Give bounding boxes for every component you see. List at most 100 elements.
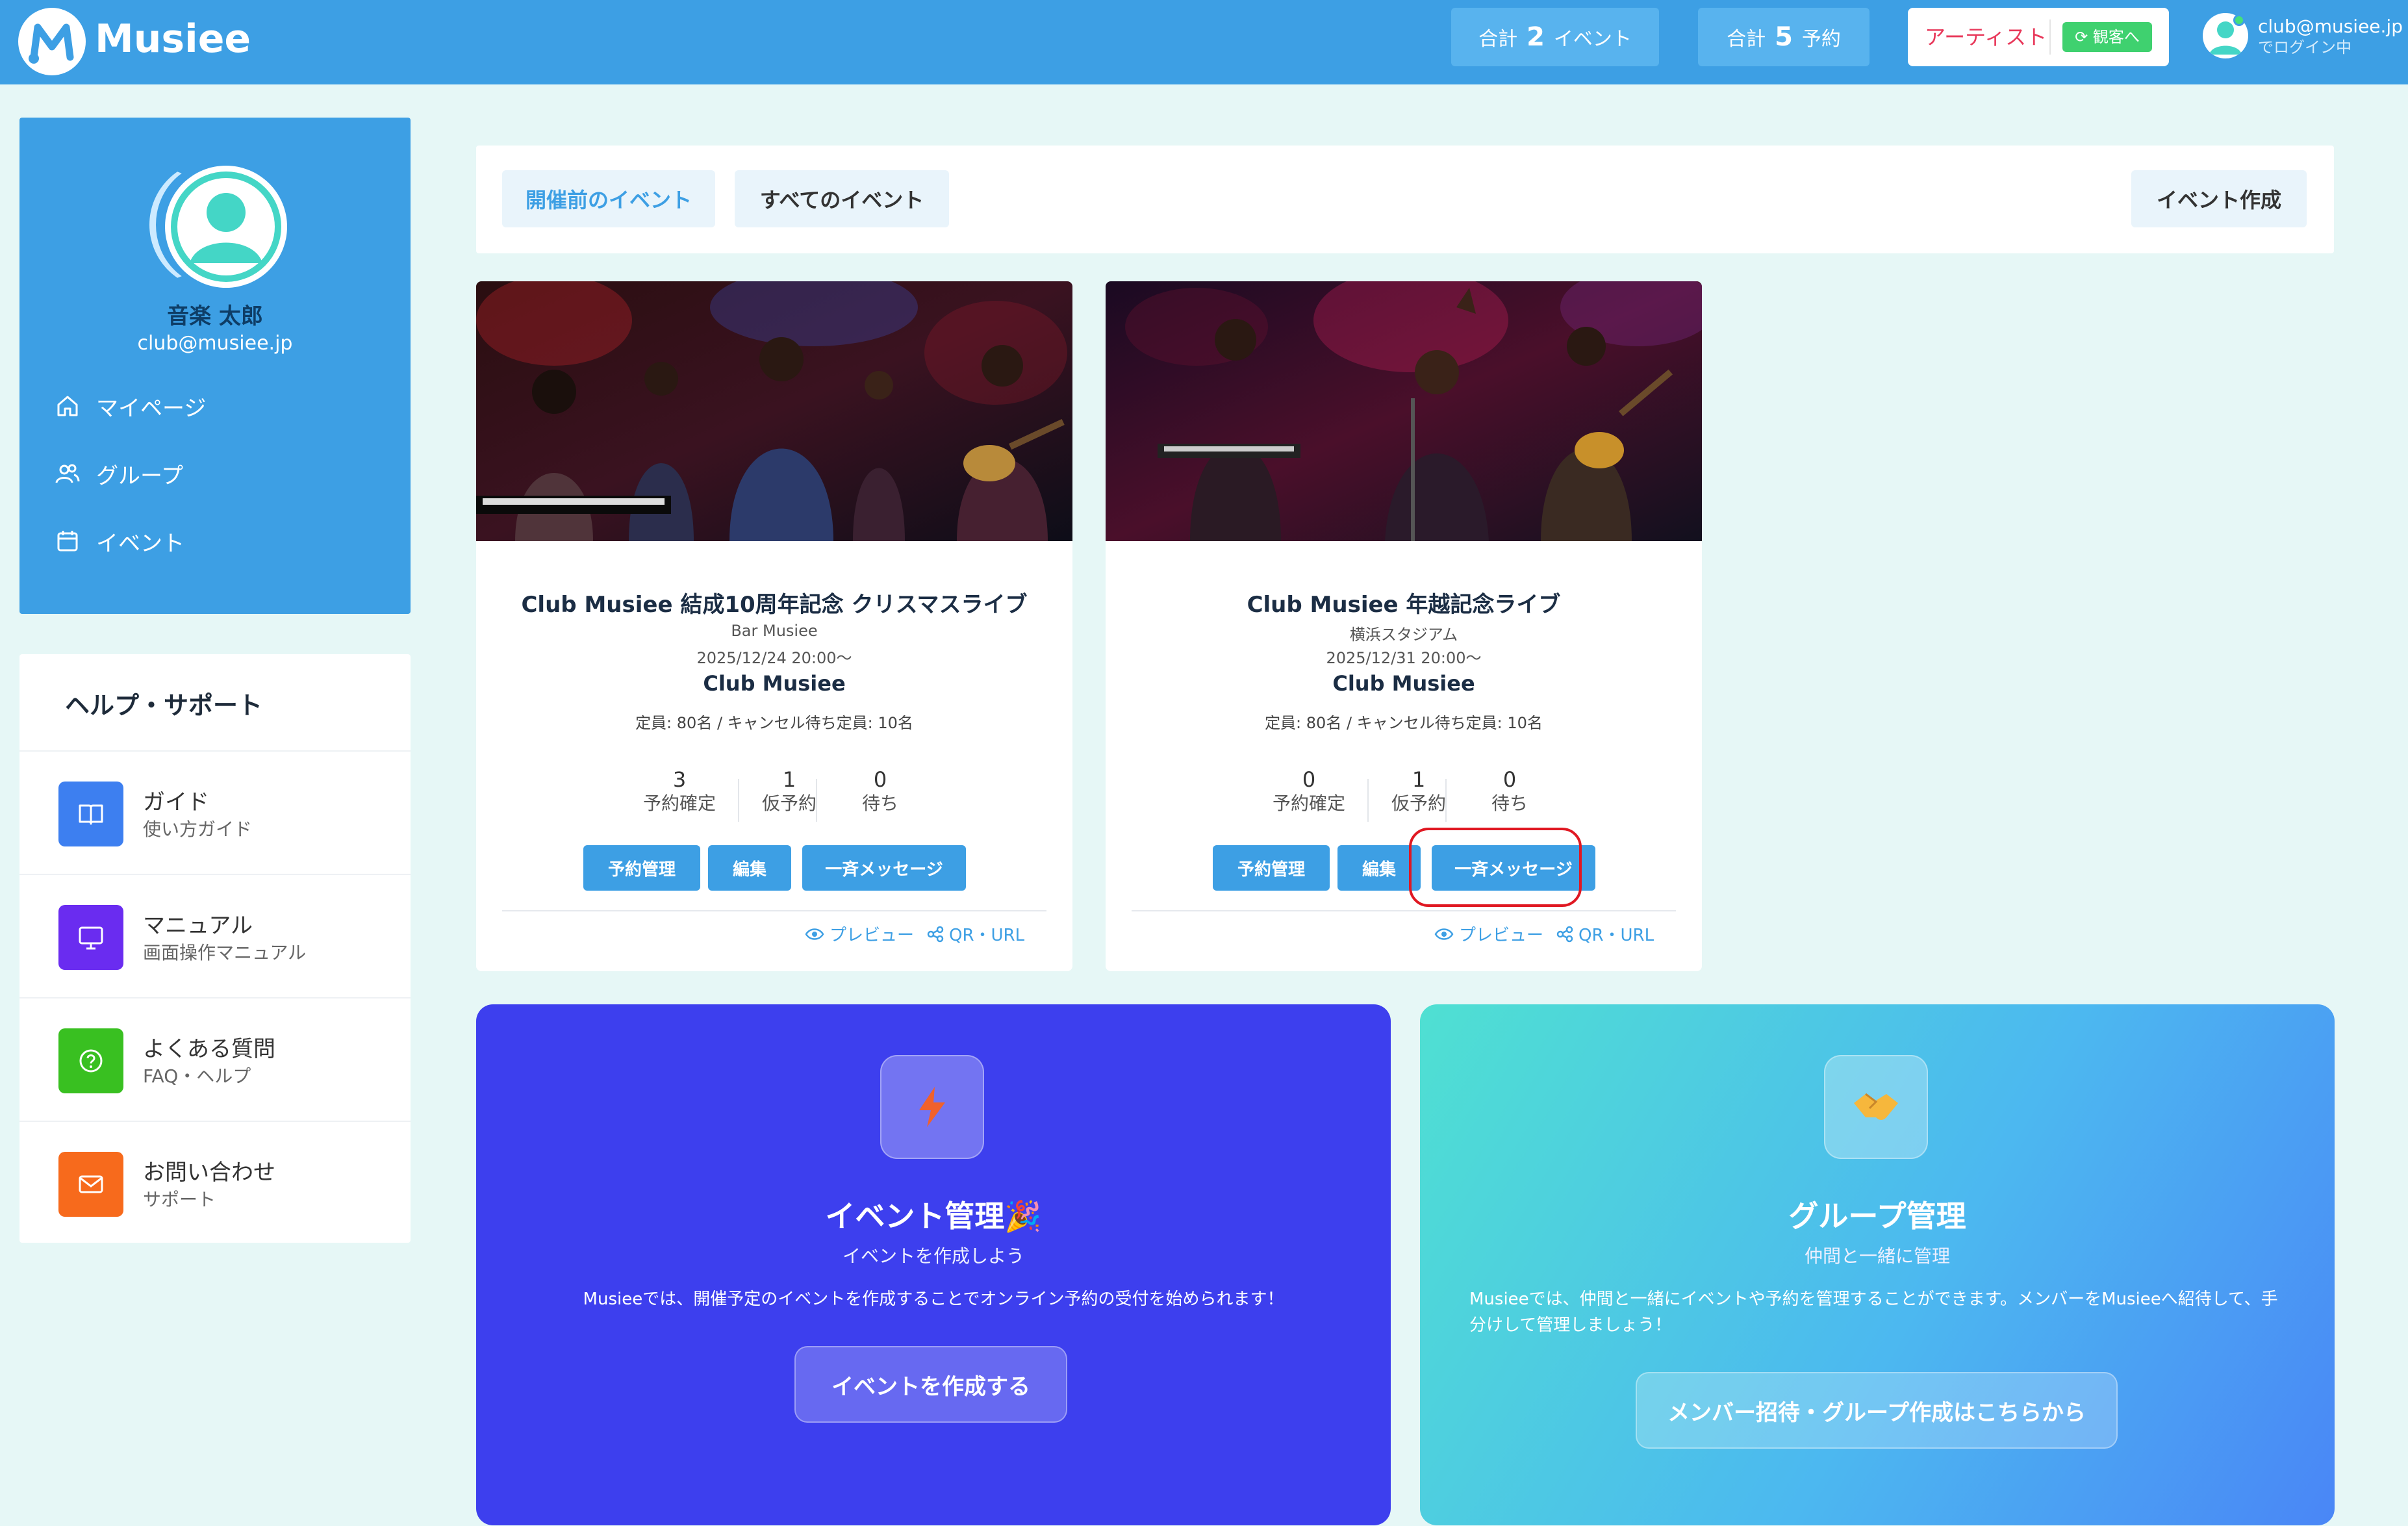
reservation-total-pill[interactable]: 合計 5 予約 [1698, 8, 1869, 66]
sidebar-item-mypage[interactable]: マイページ [53, 387, 206, 426]
profile-name: 音楽 太郎 [167, 303, 263, 329]
event-management-promo: イベント管理🎉 イベントを作成しよう Musieeでは、開催予定のイベントを作成… [476, 1004, 1391, 1525]
event-organizer: Club Musiee [1332, 671, 1475, 696]
refresh-icon: ⟳ [2075, 28, 2088, 46]
stat-confirmed: 3 予約確定 [631, 767, 728, 815]
logo-text[interactable]: Musiee [95, 14, 251, 64]
stat-provisional: 1 仮予約 [741, 767, 838, 815]
card-divider [502, 910, 1046, 911]
help-item-guide[interactable]: ガイド 使い方ガイド [19, 750, 411, 874]
preview-label: プレビュー [830, 926, 915, 945]
stat-divider [1445, 779, 1447, 822]
eye-icon [1434, 928, 1454, 940]
edit-button[interactable]: 編集 [1337, 845, 1421, 891]
book-icon [58, 782, 123, 846]
reservation-manage-button[interactable]: 予約管理 [1213, 845, 1330, 891]
event-photo[interactable] [1106, 281, 1702, 541]
event-card: Club Musiee 結成10周年記念 クリスマスライブ Bar Musiee… [476, 281, 1072, 971]
stat-label: 待ち [861, 793, 898, 814]
help-item-contact[interactable]: お問い合わせ サポート [19, 1121, 411, 1244]
reservation-total-suffix: 予約 [1801, 28, 1841, 51]
stat-divider [816, 779, 817, 822]
question-icon [58, 1028, 123, 1093]
stat-value: 0 [873, 767, 887, 792]
login-status: でログイン中 [2258, 38, 2351, 57]
stat-divider [738, 779, 739, 822]
promo-text: Musieeでは、仲間と一緒にイベントや予約を管理することができます。メンバーを… [1469, 1290, 2278, 1335]
calendar-icon [53, 527, 82, 555]
share-icon [927, 926, 944, 942]
promo-title: グループ管理 [1788, 1199, 1966, 1234]
musiee-logo-icon[interactable] [18, 8, 86, 75]
mail-icon [58, 1152, 123, 1217]
stat-divider [1367, 779, 1369, 822]
user-email[interactable]: club@musiee.jp [2258, 16, 2403, 38]
profile-avatar [165, 166, 287, 288]
group-management-promo: グループ管理 仲間と一緒に管理 Musieeでは、仲間と一緒にイベントや予約を管… [1420, 1004, 2335, 1525]
tab-all-events[interactable]: すべてのイベント [735, 170, 949, 227]
qr-url-link[interactable]: QR・URL [1556, 922, 1654, 946]
card-divider [1132, 910, 1676, 911]
sidebar-item-group[interactable]: グループ [53, 454, 183, 493]
profile-email: club@musiee.jp [137, 332, 293, 355]
stat-label: 仮予約 [761, 793, 817, 814]
event-title: Club Musiee 結成10周年記念 クリスマスライブ [521, 592, 1028, 618]
help-item-name: お問い合わせ [143, 1160, 275, 1186]
share-icon [1556, 926, 1573, 942]
qr-url-label: QR・URL [949, 926, 1025, 945]
preview-link[interactable]: プレビュー [1434, 922, 1543, 946]
tab-upcoming-events[interactable]: 開催前のイベント [502, 170, 715, 227]
qr-url-link[interactable]: QR・URL [927, 922, 1024, 946]
help-item-name: マニュアル [143, 913, 253, 939]
event-total-prefix: 合計 [1478, 28, 1518, 51]
event-date: 2025/12/31 20:00〜 [1326, 649, 1482, 667]
stat-label: 待ち [1491, 793, 1528, 814]
lightning-icon [880, 1055, 984, 1159]
event-total-pill[interactable]: 合計 2 イベント [1451, 8, 1659, 66]
sidebar-item-label: マイページ [96, 395, 207, 422]
promo-title: イベント管理🎉 [825, 1199, 1042, 1234]
event-organizer: Club Musiee [703, 671, 846, 696]
stat-value: 3 [672, 767, 687, 792]
event-capacity: 定員: 80名 / キャンセル待ち定員: 10名 [635, 714, 913, 732]
invite-member-button[interactable]: メンバー招待・グループ作成はこちらから [1636, 1372, 2118, 1449]
preview-link[interactable]: プレビュー [805, 922, 914, 946]
top-bar: Musiee 合計 2 イベント 合計 5 予約 アーティスト ⟳ 観客へ cl… [0, 0, 2408, 84]
stat-label: 仮予約 [1391, 793, 1446, 814]
stat-confirmed: 0 予約確定 [1260, 767, 1358, 815]
event-title: Club Musiee 年越記念ライブ [1247, 592, 1561, 618]
stat-label: 予約確定 [1272, 793, 1345, 814]
create-event-button[interactable]: イベント作成 [2131, 170, 2307, 227]
users-icon [53, 459, 82, 488]
reservation-manage-button[interactable]: 予約管理 [583, 845, 700, 891]
event-date: 2025/12/24 20:00〜 [696, 649, 852, 667]
event-venue: Bar Musiee [731, 622, 818, 640]
switch-label: 観客へ [2092, 28, 2140, 46]
help-item-sub: サポート [143, 1189, 216, 1210]
stat-waiting: 0 待ち [831, 767, 929, 815]
bulk-message-button[interactable]: 一斉メッセージ [802, 845, 966, 891]
eye-icon [805, 928, 824, 940]
help-support-card: ヘルプ・サポート ガイド 使い方ガイド マニュアル 画面操作マニュアル よくある… [19, 654, 411, 1243]
event-venue: 横浜スタジアム [1349, 626, 1458, 644]
create-event-promo-button[interactable]: イベントを作成する [794, 1346, 1067, 1423]
event-photo[interactable] [476, 281, 1072, 541]
stat-value: 0 [1502, 767, 1517, 792]
stat-provisional: 1 仮予約 [1370, 767, 1467, 815]
role-label: アーティスト [1925, 25, 2047, 49]
promo-subtitle: イベントを作成しよう [842, 1245, 1024, 1267]
help-item-faq[interactable]: よくある質問 FAQ・ヘルプ [19, 997, 411, 1121]
online-status-dot [2233, 14, 2245, 26]
preview-label: プレビュー [1459, 926, 1544, 945]
highlight-annotation [1409, 828, 1582, 907]
help-item-manual[interactable]: マニュアル 画面操作マニュアル [19, 874, 411, 997]
stat-value: 1 [782, 767, 796, 792]
sidebar-item-event[interactable]: イベント [53, 522, 184, 561]
switch-to-audience-button[interactable]: ⟳ 観客へ [2062, 22, 2152, 52]
help-title: ヘルプ・サポート [65, 691, 263, 720]
stat-waiting: 0 待ち [1461, 767, 1558, 815]
promo-subtitle: 仲間と一緒に管理 [1804, 1245, 1950, 1267]
role-switcher: アーティスト ⟳ 観客へ [1908, 8, 2169, 66]
home-icon [53, 392, 82, 420]
edit-button[interactable]: 編集 [708, 845, 791, 891]
